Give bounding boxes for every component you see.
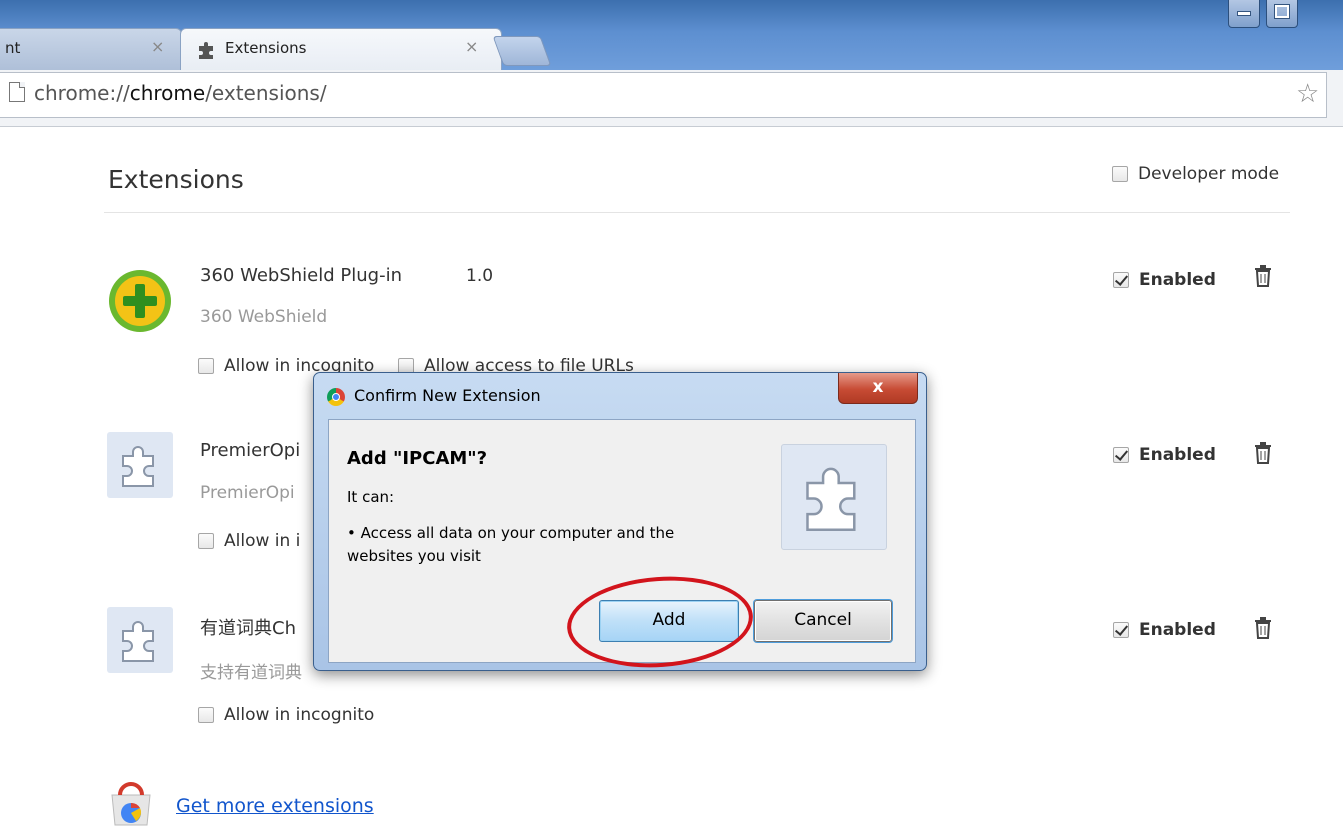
tab-extensions-label: Extensions [225,39,307,57]
puzzle-icon [107,607,173,673]
dialog-permission-line-1: • Access all data on your computer and t… [347,524,675,542]
dialog-close-button[interactable]: x [838,373,918,404]
360-webshield-icon [107,268,173,334]
dialog-permission-line-2: websites you visit [347,547,481,565]
enabled-label: Enabled [1139,445,1216,465]
get-more-extensions-link[interactable]: Get more extensions [176,795,374,817]
minimize-button[interactable] [1228,0,1260,28]
url-path: /extensions/ [205,81,327,105]
allow-incognito-checkbox[interactable] [198,358,214,374]
allow-incognito-option[interactable]: Allow in incognito [198,705,374,725]
url-text[interactable]: chrome://chrome/extensions/ [34,81,327,105]
page-icon [9,82,25,102]
trash-icon[interactable] [1254,442,1272,464]
dialog-title: Confirm New Extension [354,386,541,405]
developer-mode-label: Developer mode [1138,164,1280,184]
address-bar[interactable]: chrome://chrome/extensions/ ☆ [0,72,1327,118]
trash-icon[interactable] [1254,617,1272,639]
tab-extensions[interactable]: Extensions × [180,28,502,71]
url-host: chrome [129,81,206,105]
page-title: Extensions [108,165,244,194]
tab-close-icon[interactable]: × [465,37,478,56]
web-store-icon [111,782,151,826]
puzzle-icon [107,432,173,498]
chrome-logo-icon [327,388,345,406]
enabled-toggle[interactable]: Enabled [1113,445,1216,465]
allow-incognito-checkbox[interactable] [198,707,214,723]
extension-name: PremierOpi [200,440,301,461]
enabled-checkbox[interactable] [1113,447,1129,463]
enabled-label: Enabled [1139,270,1216,290]
tab-previous-close-icon[interactable]: × [151,37,164,56]
allow-incognito-label: Allow in incognito [224,705,375,725]
enabled-toggle[interactable]: Enabled [1113,620,1216,640]
extension-version: 1.0 [466,266,494,286]
allow-incognito-checkbox[interactable] [198,533,214,549]
extension-description: 支持有道词典 [200,663,302,683]
bookmark-star-icon[interactable]: ☆ [1296,79,1319,109]
dialog-heading: Add "IPCAM"? [347,448,488,469]
developer-mode-toggle[interactable]: Developer mode [1112,164,1279,184]
extension-description: PremierOpi [200,483,295,503]
enabled-checkbox[interactable] [1113,622,1129,638]
divider [104,212,1290,213]
allow-incognito-option[interactable]: Allow in i [198,531,300,551]
developer-mode-checkbox[interactable] [1112,166,1128,182]
tab-previous[interactable]: nt × [0,28,182,71]
minimize-icon [1237,11,1251,16]
enabled-toggle[interactable]: Enabled [1113,270,1216,290]
extension-name: 360 WebShield Plug-in [200,265,402,286]
extension-name: 有道词典Ch [200,618,296,639]
extension-puzzle-icon [781,444,887,550]
enabled-label: Enabled [1139,620,1216,640]
allow-incognito-label: Allow in i [224,531,301,551]
puzzle-icon [199,42,213,59]
maximize-icon [1275,5,1289,18]
url-prefix: chrome:// [34,81,130,105]
cancel-button[interactable]: Cancel [754,600,892,642]
trash-icon[interactable] [1254,265,1272,287]
extension-description: 360 WebShield [200,307,328,327]
maximize-button[interactable] [1266,0,1298,28]
tab-previous-label: nt [5,39,21,57]
dialog-it-can: It can: [347,488,395,506]
enabled-checkbox[interactable] [1113,272,1129,288]
